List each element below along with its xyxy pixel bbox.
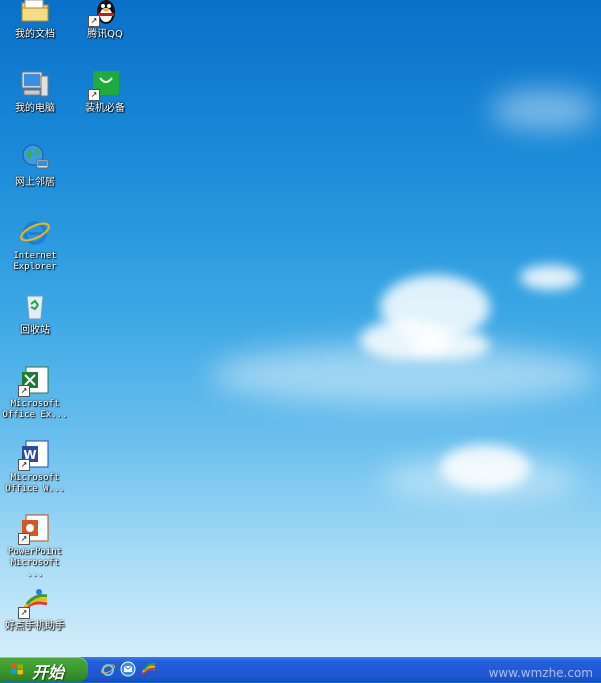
icon-label: Microsoft Office Ex... xyxy=(2,399,68,420)
desktop-icon-phone-assistant[interactable]: ↗ 好点手机助手 xyxy=(0,586,70,632)
phone-assistant-icon: ↗ xyxy=(18,586,51,619)
shortcut-arrow-icon: ↗ xyxy=(18,533,30,545)
powerpoint-icon: ↗ xyxy=(18,512,51,545)
desktop-icon-my-documents[interactable]: 我的文档 xyxy=(0,0,70,40)
app-icon[interactable] xyxy=(140,661,156,677)
icon-label: 好点手机助手 xyxy=(5,621,65,632)
icon-label: 我的电脑 xyxy=(15,103,55,114)
word-icon: W ↗ xyxy=(18,438,51,471)
shopping-bag-icon: ↗ xyxy=(88,68,121,101)
shortcut-arrow-icon: ↗ xyxy=(88,15,100,27)
icon-label: 装机必备 xyxy=(85,103,125,114)
desktop-icon-excel[interactable]: ↗ Microsoft Office Ex... xyxy=(0,364,70,421)
excel-icon: ↗ xyxy=(18,364,51,397)
shortcut-arrow-icon: ↗ xyxy=(18,385,30,397)
outlook-icon[interactable] xyxy=(120,661,136,677)
icon-label: 回收站 xyxy=(20,325,50,336)
icon-label: Microsoft Office W... xyxy=(5,473,65,494)
ie-icon[interactable] xyxy=(100,661,116,677)
penguin-icon: ↗ xyxy=(88,0,121,27)
computer-icon xyxy=(19,68,51,100)
folder-icon xyxy=(19,0,51,26)
shortcut-arrow-icon: ↗ xyxy=(88,89,100,101)
desktop-icon-my-computer[interactable]: 我的电脑 xyxy=(0,68,70,114)
windows-logo-icon xyxy=(11,663,23,675)
start-button[interactable]: 开始 xyxy=(0,657,88,682)
desktop-icon-software-essentials[interactable]: ↗ 装机必备 xyxy=(70,68,140,114)
network-globe-icon xyxy=(19,142,51,174)
icon-label: Internet Explorer xyxy=(13,251,57,272)
desktop-icon-qq[interactable]: ↗ 腾讯QQ xyxy=(70,0,140,40)
icon-label: 腾讯QQ xyxy=(87,29,123,40)
desktop-icon-recycle-bin[interactable]: 回收站 xyxy=(0,290,70,336)
shortcut-arrow-icon: ↗ xyxy=(18,607,30,619)
desktop-icon-network-places[interactable]: 网上邻居 xyxy=(0,142,70,188)
internet-explorer-icon xyxy=(19,216,51,248)
start-label: 开始 xyxy=(32,663,65,682)
desktop: 我的文档 ↗ 腾讯QQ 我的电脑 ↗ 装机必备 网上邻居 Internet Ex… xyxy=(0,0,601,657)
icon-label: 网上邻居 xyxy=(15,177,55,188)
icon-label: PowerPoint Microsoft ... xyxy=(7,547,63,579)
shortcut-arrow-icon: ↗ xyxy=(18,459,30,471)
recycle-bin-icon xyxy=(19,290,51,322)
desktop-icon-powerpoint[interactable]: ↗ PowerPoint Microsoft ... xyxy=(0,512,70,580)
desktop-icon-word[interactable]: W ↗ Microsoft Office W... xyxy=(0,438,70,495)
desktop-icon-internet-explorer[interactable]: Internet Explorer xyxy=(0,216,70,273)
icon-label: 我的文档 xyxy=(15,29,55,40)
watermark: www.wmzhe.com xyxy=(488,666,593,680)
